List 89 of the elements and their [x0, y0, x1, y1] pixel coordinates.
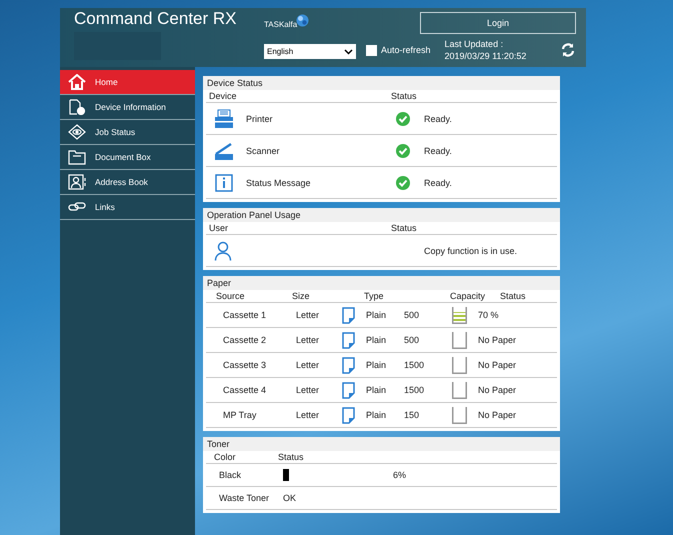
toner-color: Waste Toner [219, 493, 270, 503]
device-name: Status Message [246, 178, 312, 188]
paper-sheet-icon [342, 306, 355, 324]
paper-type: Plain [366, 385, 388, 395]
column-header: Device [209, 91, 238, 101]
column-header: Status [278, 452, 305, 462]
sidebar-item[interactable]: Links [60, 195, 195, 220]
sidebar-item[interactable]: Device Information [60, 95, 195, 120]
paper-size: Letter [296, 410, 320, 420]
check-circle-icon [396, 112, 410, 126]
paper-size: Letter [296, 360, 320, 370]
paper-sheet-icon [342, 356, 355, 374]
app-title: Command Center RX [74, 8, 237, 29]
column-header: Status [391, 223, 418, 233]
column-header: Type [364, 291, 385, 301]
paper-status: No Paper [478, 360, 518, 370]
paper-type: Plain [366, 360, 388, 370]
paper-source: Cassette 2 [223, 335, 268, 345]
last-updated-label: Last Updated : [444, 38, 504, 50]
scanner-icon [214, 140, 234, 160]
last-updated-time: 2019/03/29 11:20:52 [444, 50, 526, 62]
folder-icon [68, 149, 86, 165]
column-header: Capacity [450, 291, 486, 301]
paper-tray-gauge [452, 382, 467, 398]
paper-size: Letter [296, 335, 320, 345]
sidebar-item[interactable]: Address Book [60, 170, 195, 195]
device-status: Ready. [424, 178, 453, 188]
paper-type: Plain [366, 335, 388, 345]
panel-title: Toner [203, 437, 560, 451]
paper-capacity: 150 [404, 410, 420, 420]
paper-type: Plain [366, 410, 388, 420]
column-header: User [209, 223, 230, 233]
paper-capacity: 500 [404, 335, 420, 345]
model-logo: TASKalfa [264, 20, 298, 29]
paper-tray-gauge [452, 332, 467, 348]
auto-refresh-label: Auto-refresh [381, 45, 431, 55]
printer-icon [214, 108, 234, 128]
toner-color: Black [219, 470, 242, 480]
paper-sheet-icon [342, 382, 355, 398]
panel-title: Device Status [203, 76, 560, 90]
auto-refresh-checkbox[interactable] [366, 44, 377, 56]
device-name: Scanner [246, 146, 281, 156]
column-header: Status [391, 91, 418, 101]
device-status: Ready. [424, 114, 453, 124]
paper-tray-gauge [452, 356, 467, 374]
paper-source: Cassette 4 [223, 385, 268, 395]
info-icon [214, 172, 234, 192]
column-header: Color [214, 452, 237, 462]
paper-source: MP Tray [223, 410, 258, 420]
user-icon [214, 240, 232, 260]
chevron-down-icon [344, 48, 353, 54]
check-circle-icon [396, 144, 410, 158]
operation-status: Copy function is in use. [424, 246, 518, 256]
paper-capacity: 500 [404, 310, 420, 320]
panel-title: Operation Panel Usage [203, 208, 560, 222]
paper-tray-gauge [452, 306, 467, 324]
paper-status: No Paper [478, 410, 518, 420]
login-button[interactable]: Login [420, 12, 576, 34]
paper-status: No Paper [478, 335, 518, 345]
paper-source: Cassette 1 [223, 310, 268, 320]
paper-size: Letter [296, 385, 320, 395]
address-book-icon [68, 174, 86, 190]
paper-tray-gauge [452, 406, 467, 424]
paper-source: Cassette 3 [223, 360, 268, 370]
paper-sheet-icon [342, 406, 355, 424]
home-icon [68, 74, 86, 90]
device-name: Printer [246, 114, 274, 124]
sidebar-item[interactable]: Job Status [60, 120, 195, 145]
paper-type: Plain [366, 310, 388, 320]
paper-sheet-icon [342, 332, 355, 348]
eye-diamond-icon [68, 124, 86, 140]
sidebar-item[interactable]: Home [60, 70, 195, 95]
column-header: Source [216, 291, 246, 301]
column-header: Size [292, 291, 311, 301]
check-circle-icon [396, 176, 410, 190]
language-select[interactable]: English [264, 44, 356, 59]
globe-icon [296, 14, 310, 27]
toner-reading: 6% [393, 470, 408, 480]
paper-size: Letter [296, 310, 320, 320]
toner-status: OK [283, 493, 298, 503]
paper-capacity: 1500 [404, 360, 426, 370]
paper-status: No Paper [478, 385, 518, 395]
refresh-icon[interactable] [560, 42, 576, 58]
sidebar-item[interactable]: Document Box [60, 145, 195, 170]
paper-status: 70 % [478, 310, 500, 320]
device-status: Ready. [424, 146, 453, 156]
paper-capacity: 1500 [404, 385, 426, 395]
panel-title: Paper [203, 276, 560, 290]
column-header: Status [500, 291, 527, 301]
